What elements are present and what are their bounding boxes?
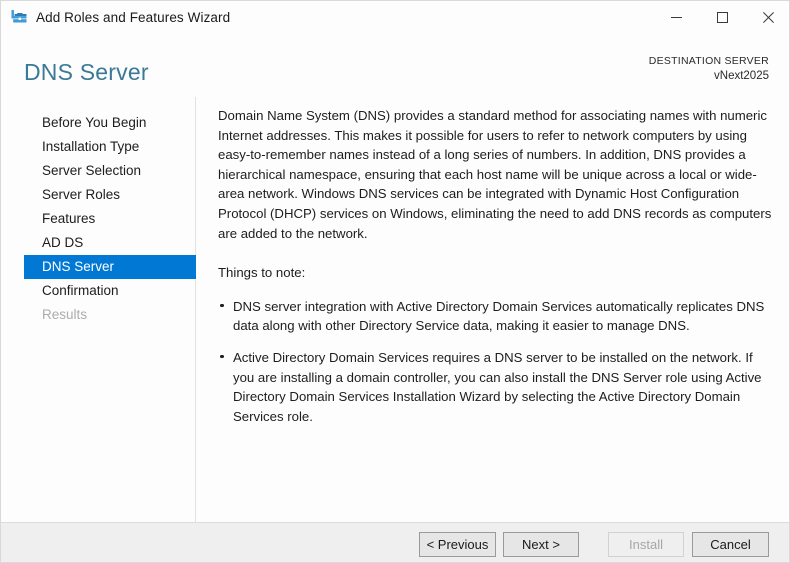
- things-to-note-heading: Things to note:: [218, 265, 306, 281]
- note-text: Active Directory Domain Services require…: [233, 349, 762, 424]
- sidebar-item-results: Results: [42, 307, 88, 322]
- minimize-icon: [670, 16, 682, 18]
- maximize-icon: [716, 11, 728, 23]
- bullet-icon: [220, 354, 224, 359]
- add-roles-and-features-wizard-window: Add Roles and Features Wizard DNS Server…: [0, 0, 790, 563]
- wizard-footer: < Previous Next > Install Cancel: [1, 522, 789, 562]
- destination-server-label: DESTINATION SERVER: [648, 55, 769, 67]
- next-button[interactable]: Next >: [503, 532, 579, 557]
- notes-list: DNS server integration with Active Direc…: [218, 297, 775, 427]
- sidebar-item-server-roles[interactable]: Server Roles: [24, 183, 195, 207]
- note-text: DNS server integration with Active Direc…: [233, 298, 765, 334]
- bullet-icon: [220, 303, 224, 308]
- sidebar-item-dns-server[interactable]: DNS Server: [24, 255, 196, 279]
- destination-server-value: vNext2025: [714, 70, 769, 82]
- page-title: DNS Server: [24, 59, 149, 85]
- install-button: Install: [608, 532, 684, 557]
- previous-button[interactable]: < Previous: [419, 532, 496, 557]
- list-item: DNS server integration with Active Direc…: [218, 297, 775, 336]
- sidebar-item-server-selection[interactable]: Server Selection: [24, 159, 195, 183]
- page-header: DNS Server DESTINATION SERVER vNext2025: [1, 33, 789, 97]
- list-item: Active Directory Domain Services require…: [218, 348, 775, 426]
- title-bar: Add Roles and Features Wizard: [1, 1, 789, 33]
- sidebar-item-confirmation[interactable]: Confirmation: [24, 279, 195, 303]
- close-icon: [762, 11, 774, 23]
- window-title: Add Roles and Features Wizard: [36, 9, 231, 25]
- server-toolbox-icon: [11, 10, 27, 23]
- window-controls: [653, 1, 789, 33]
- maximize-button[interactable]: [699, 1, 745, 33]
- sidebar-item-installation-type[interactable]: Installation Type: [24, 135, 195, 159]
- sidebar-item-features[interactable]: Features: [24, 207, 195, 231]
- sidebar-item-ad-ds[interactable]: AD DS: [24, 231, 195, 255]
- sidebar-item-before-you-begin[interactable]: Before You Begin: [24, 111, 195, 135]
- intro-paragraph: Domain Name System (DNS) provides a stan…: [218, 108, 772, 241]
- content-panel: Domain Name System (DNS) provides a stan…: [197, 97, 789, 522]
- body-area: Before You Begin Installation Type Serve…: [1, 97, 789, 522]
- cancel-button[interactable]: Cancel: [692, 532, 769, 557]
- close-button[interactable]: [745, 1, 789, 33]
- wizard-navigation-sidebar: Before You Begin Installation Type Serve…: [1, 97, 196, 522]
- destination-server-block: DESTINATION SERVER vNext2025: [649, 55, 769, 83]
- minimize-button[interactable]: [653, 1, 699, 33]
